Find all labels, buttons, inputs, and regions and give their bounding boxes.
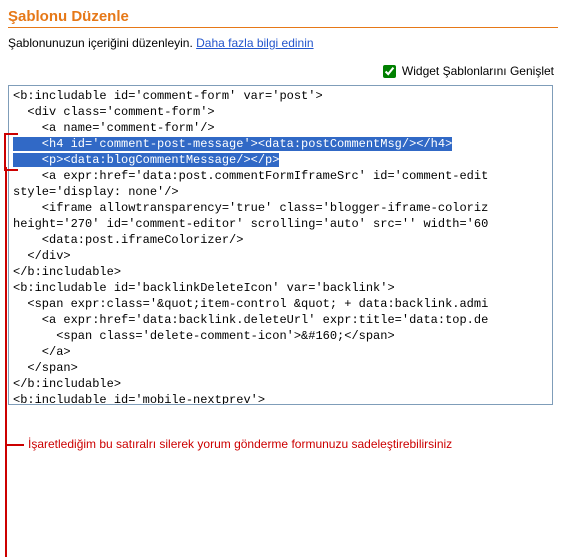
page-title: Şablonu Düzenle: [8, 8, 558, 25]
code-line-highlighted: <p><data:blogCommentMessage/></p>: [13, 153, 279, 167]
code-line: <a expr:href='data:backlink.deleteUrl' e…: [13, 313, 488, 327]
code-line: </span>: [13, 361, 78, 375]
code-line: </a>: [13, 345, 71, 359]
title-divider: [8, 27, 558, 28]
code-line: <iframe allowtransparency='true' class='…: [13, 201, 488, 215]
code-line-highlighted: <h4 id='comment-post-message'><data:post…: [13, 137, 452, 151]
expand-widgets-text: Widget Şablonlarını Genişlet: [399, 64, 554, 78]
code-line: <b:includable id='comment-form' var='pos…: [13, 89, 323, 103]
subtitle: Şablonunuzun içeriğini düzenleyin. Daha …: [8, 36, 558, 50]
code-line: <b:includable id='backlinkDeleteIcon' va…: [13, 281, 395, 295]
code-line: style='display: none'/>: [13, 185, 179, 199]
code-line: <a expr:href='data:post.commentFormIfram…: [13, 169, 488, 183]
annotation-connector: [5, 167, 7, 557]
code-line: <data:post.iframeColorizer/>: [13, 233, 243, 247]
annotation-text: İşaretlediğim bu satıralrı silerek yorum…: [6, 437, 558, 451]
code-line: <span class='delete-comment-icon'>&#160;…: [13, 329, 395, 343]
code-line: </div>: [13, 249, 71, 263]
expand-widgets-checkbox[interactable]: [383, 65, 396, 78]
code-line: <a name='comment-form'/>: [13, 121, 215, 135]
subtitle-text: Şablonunuzun içeriğini düzenleyin.: [8, 36, 196, 50]
template-code-editor[interactable]: <b:includable id='comment-form' var='pos…: [8, 85, 553, 405]
code-line: <div class='comment-form'>: [13, 105, 215, 119]
expand-widgets-label[interactable]: Widget Şablonlarını Genişlet: [379, 64, 554, 78]
code-line: <span expr:class='&quot;item-control &qu…: [13, 297, 488, 311]
code-line: </b:includable>: [13, 377, 121, 391]
code-line: <b:includable id='mobile-nextprev'>: [13, 393, 265, 405]
annotation-bracket: [4, 133, 18, 171]
learn-more-link[interactable]: Daha fazla bilgi edinin: [196, 36, 313, 50]
code-line: height='270' id='comment-editor' scrolli…: [13, 217, 488, 231]
code-line: </b:includable>: [13, 265, 121, 279]
